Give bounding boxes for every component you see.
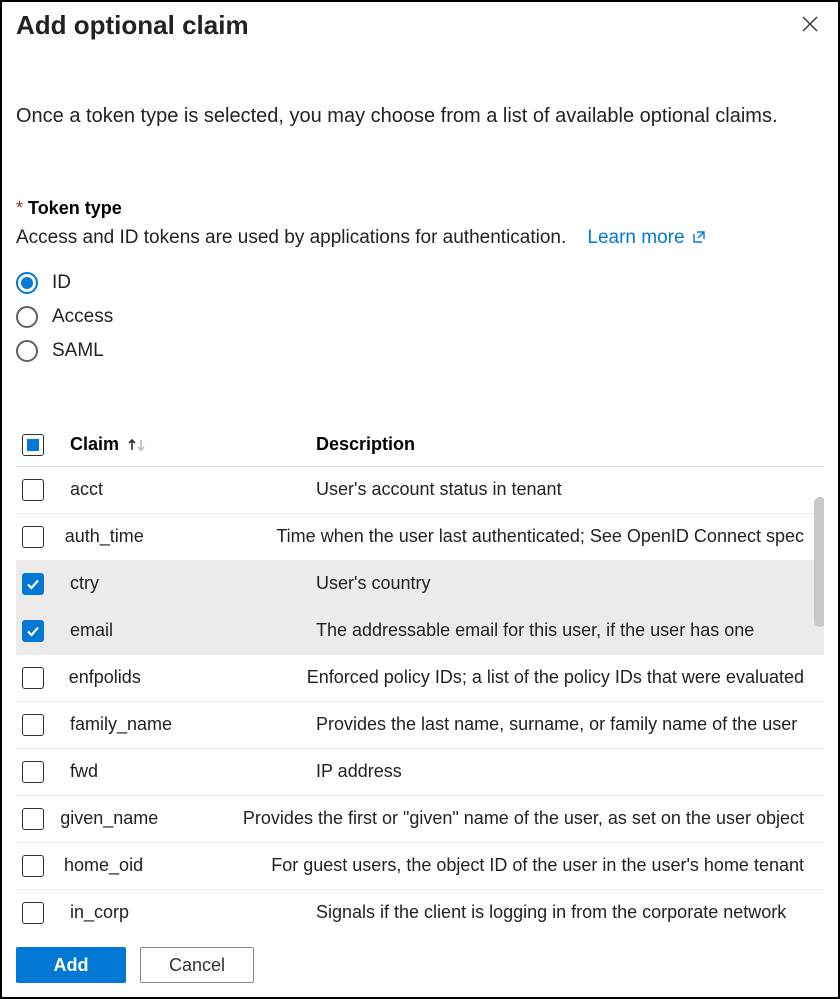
cell-claim: ctry <box>70 573 99 594</box>
token-type-radio-group: ID Access SAML <box>16 254 824 368</box>
row-checkbox[interactable] <box>22 573 44 595</box>
intro-text: Once a token type is selected, you may c… <box>16 41 824 130</box>
cell-claim: family_name <box>70 714 172 735</box>
radio-label: Access <box>52 306 113 328</box>
cell-claim: auth_time <box>65 526 144 547</box>
scrollbar-thumb[interactable] <box>814 497 824 627</box>
row-checkbox[interactable] <box>22 667 44 689</box>
radio-indicator <box>16 340 38 362</box>
table-body[interactable]: acct User's account status in tenant auth_… <box>16 467 824 975</box>
row-checkbox[interactable] <box>22 855 44 877</box>
row-checkbox[interactable] <box>22 902 44 924</box>
required-indicator: * <box>16 198 23 218</box>
external-link-icon <box>691 227 707 254</box>
table-row[interactable]: acct User's account status in tenant <box>16 467 824 514</box>
panel-title: Add optional claim <box>16 10 249 41</box>
table-row[interactable]: fwd IP address <box>16 749 824 796</box>
radio-indicator <box>16 272 38 294</box>
table-row[interactable]: ctry User's country <box>16 561 824 608</box>
select-all-checkbox[interactable] <box>22 434 44 456</box>
token-type-label-row: * Token type <box>16 130 824 219</box>
cell-description: The addressable email for this user, if … <box>316 620 804 641</box>
table-row[interactable]: email The addressable email for this user… <box>16 608 824 655</box>
row-checkbox[interactable] <box>22 761 44 783</box>
cell-claim: given_name <box>60 808 158 829</box>
add-button[interactable]: Add <box>16 947 126 983</box>
table-row[interactable]: home_oid For guest users, the object ID o… <box>16 843 824 890</box>
cell-description: User's country <box>316 573 804 594</box>
table-row[interactable]: family_name Provides the last name, surna… <box>16 702 824 749</box>
row-checkbox[interactable] <box>22 526 44 548</box>
radio-option-saml[interactable]: SAML <box>16 334 824 368</box>
claims-table: Claim Description acct User's account sta… <box>16 428 824 975</box>
row-checkbox[interactable] <box>22 479 44 501</box>
row-checkbox[interactable] <box>22 620 44 642</box>
cell-claim: email <box>70 620 113 641</box>
close-icon[interactable] <box>796 10 824 38</box>
token-type-helper: Access and ID tokens are used by applica… <box>16 219 824 254</box>
cell-description: Provides the last name, surname, or fami… <box>316 714 804 735</box>
row-checkbox[interactable] <box>22 808 44 830</box>
column-header-description[interactable]: Description <box>316 434 415 454</box>
radio-label: SAML <box>52 340 104 362</box>
table-row[interactable]: enfpolids Enforced policy IDs; a list of … <box>16 655 824 702</box>
cell-description: Time when the user last authenticated; S… <box>276 526 804 547</box>
cell-description: Provides the first or "given" name of th… <box>243 808 804 829</box>
footer: Add Cancel <box>2 935 838 997</box>
cell-claim: enfpolids <box>69 667 141 688</box>
radio-indicator <box>16 306 38 328</box>
radio-option-access[interactable]: Access <box>16 300 824 334</box>
cell-description: User's account status in tenant <box>316 479 804 500</box>
cell-description: IP address <box>316 761 804 782</box>
table-header: Claim Description <box>16 428 824 467</box>
cell-description: For guest users, the object ID of the us… <box>271 855 804 876</box>
table-row[interactable]: given_name Provides the first or "given" … <box>16 796 824 843</box>
learn-more-link[interactable]: Learn more <box>587 227 706 248</box>
radio-label: ID <box>52 272 71 294</box>
sort-icon[interactable] <box>127 437 149 453</box>
token-type-label: Token type <box>28 198 122 218</box>
cell-description: Signals if the client is logging in from… <box>316 902 804 923</box>
cancel-button[interactable]: Cancel <box>140 947 254 983</box>
cell-claim: acct <box>70 479 103 500</box>
cell-description: Enforced policy IDs; a list of the polic… <box>307 667 804 688</box>
radio-option-id[interactable]: ID <box>16 266 824 300</box>
table-row[interactable]: auth_time Time when the user last authent… <box>16 514 824 561</box>
column-header-claim[interactable]: Claim <box>70 434 119 455</box>
token-type-helper-text: Access and ID tokens are used by applica… <box>16 227 566 248</box>
cell-claim: home_oid <box>64 855 143 876</box>
cell-claim: in_corp <box>70 902 129 923</box>
table-row[interactable]: in_corp Signals if the client is logging … <box>16 890 824 937</box>
cell-claim: fwd <box>70 761 98 782</box>
row-checkbox[interactable] <box>22 714 44 736</box>
